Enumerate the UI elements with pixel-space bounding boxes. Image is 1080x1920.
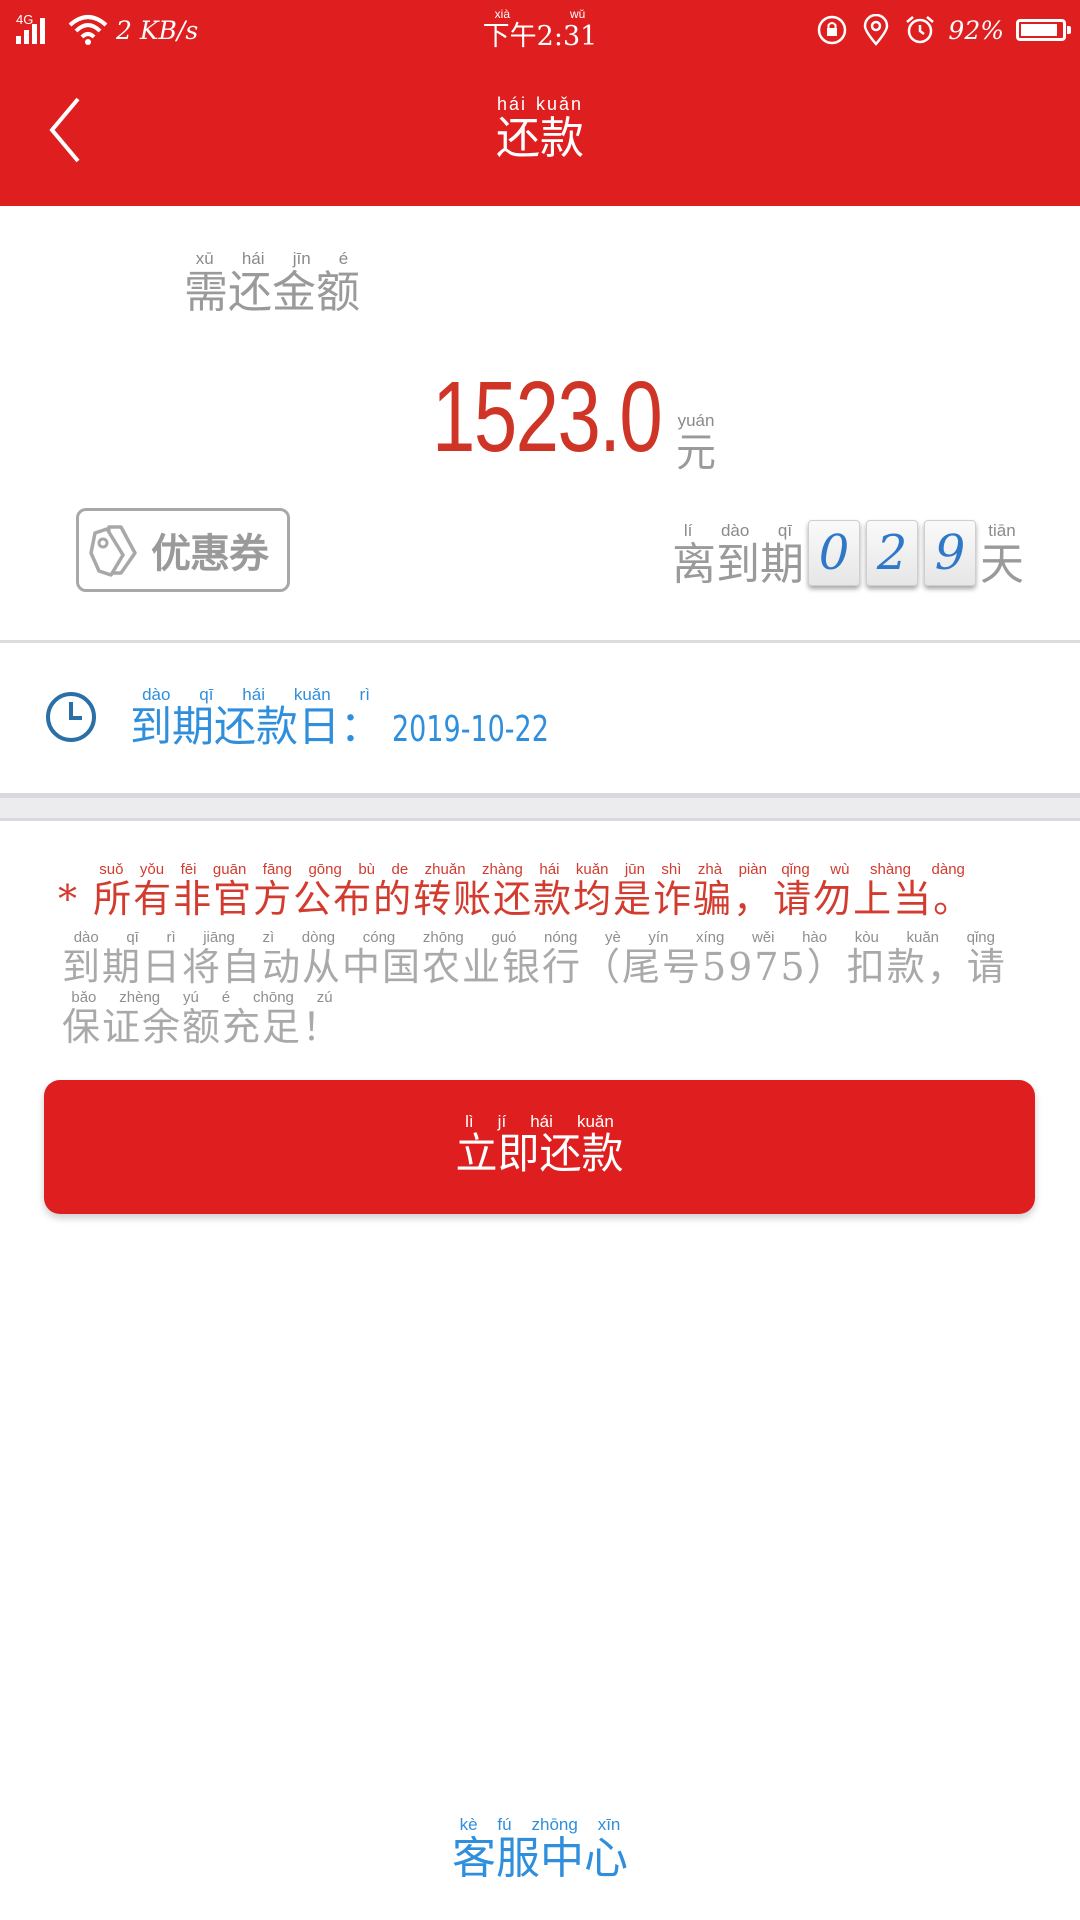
days-unit: 天tiān bbox=[980, 521, 1024, 592]
repay-now-label-pinyin: lì jí hái kuǎn bbox=[455, 1112, 624, 1131]
customer-service-label: 客服中心 bbox=[452, 1833, 628, 1884]
page-title-pinyin: hái kuǎn bbox=[496, 94, 584, 114]
days-to-due-prefix-pinyin: lí dào qī bbox=[672, 521, 804, 540]
auto-debit-notice-line2: 保证余额充足！ bbox=[62, 1005, 343, 1049]
due-date-value: 2019-10-22 bbox=[392, 709, 549, 750]
amount-due-label-pinyin: xū hái jīn é bbox=[184, 249, 360, 268]
amount-value: 1523.0 bbox=[432, 361, 663, 473]
fraud-warning-pinyin: suǒ yǒu fēi guān fāng gōng bù de zhuǎn z… bbox=[93, 861, 774, 878]
repay-now-label: 立即还款lì jí hái kuǎn bbox=[455, 1112, 624, 1181]
days-counter: 0 2 9 bbox=[808, 520, 976, 586]
page-title: 还款hái kuǎn bbox=[0, 94, 1080, 166]
battery-percent: 92% bbox=[948, 15, 1004, 45]
divider bbox=[0, 640, 1080, 643]
coupon-button[interactable]: 优惠券 bbox=[76, 508, 290, 592]
auto-debit-notice: 到期日将自动从中国农业银行（尾号5975）扣款，请dào qī rì jiāng… bbox=[62, 929, 1022, 1057]
status-right: 92% bbox=[816, 10, 1071, 50]
due-date-row: 到期还款日：dào qī hái kuǎn rì 2019-10-22 bbox=[0, 660, 1080, 790]
fraud-warning-text: 所有非官方公布的转账还款均是诈骗， bbox=[93, 877, 774, 921]
repay-now-label-text: 立即还款 bbox=[455, 1129, 624, 1178]
amount-unit-pinyin: yuán bbox=[676, 411, 716, 430]
fraud-warning-asterisk: * bbox=[58, 877, 79, 921]
customer-service-link[interactable]: 客服中心kè fú zhōng xīn bbox=[0, 1815, 1080, 1886]
auto-debit-notice-line1-pinyin: dào qī rì jiāng zì dòng cóng zhōng guó n… bbox=[62, 929, 1007, 946]
days-digit: 0 bbox=[808, 520, 860, 586]
days-to-due-prefix: 离到期lí dào qī bbox=[672, 521, 804, 592]
clock-icon bbox=[46, 692, 96, 742]
auto-debit-notice-line2-pinyin: bǎo zhèng yú é chōng zú bbox=[62, 989, 343, 1006]
page-title-text: 还款 bbox=[496, 113, 584, 164]
app-header: 4G 2 KB/s 下午2:31xià wǔ 92% 还款hái kuǎn bbox=[0, 0, 1080, 206]
days-digit: 2 bbox=[866, 520, 918, 586]
coupon-tag-icon bbox=[89, 525, 137, 577]
battery-icon bbox=[1016, 19, 1071, 41]
section-separator bbox=[0, 793, 1080, 821]
coupon-label: 优惠券 bbox=[151, 531, 269, 577]
battery-fill bbox=[1021, 24, 1058, 36]
amount-due-label: 需还金额xū hái jīn é bbox=[184, 249, 360, 320]
lock-rotation-icon bbox=[818, 15, 847, 45]
amount-due-label-text: 需还金额 bbox=[184, 267, 360, 318]
due-date-label-pinyin: dào qī hái kuǎn rì bbox=[130, 685, 383, 704]
fraud-warning: * 所有非官方公布的转账还款均是诈骗，suǒ yǒu fēi guān fāng… bbox=[58, 861, 974, 923]
location-icon bbox=[864, 14, 889, 46]
days-unit-text: 天 bbox=[980, 539, 1024, 590]
clock-time: 下午2:31 bbox=[482, 21, 598, 52]
repay-now-button[interactable]: 立即还款lì jí hái kuǎn bbox=[44, 1080, 1035, 1214]
due-date-text: 到期还款日：dào qī hái kuǎn rì 2019-10-22 bbox=[130, 685, 601, 754]
amount-unit: 元yuán bbox=[676, 411, 716, 478]
amount-unit-text: 元 bbox=[676, 430, 716, 476]
customer-service-pinyin: kè fú zhōng xīn bbox=[452, 1815, 628, 1834]
days-digit: 9 bbox=[924, 520, 976, 586]
amount-row: 1523.0 元yuán bbox=[0, 360, 1080, 476]
clock-time-pinyin: xià wǔ bbox=[482, 7, 598, 21]
fraud-warning-pinyin: qǐng wù shàng dàng bbox=[773, 861, 974, 878]
auto-debit-notice-line1: 到期日将自动从中国农业银行（尾号5975）扣款，请 bbox=[62, 945, 1007, 989]
alarm-icon bbox=[906, 16, 935, 44]
status-bar: 4G 2 KB/s 下午2:31xià wǔ 92% bbox=[0, 0, 1080, 56]
days-to-due-prefix-text: 离到期 bbox=[672, 539, 804, 590]
days-unit-pinyin: tiān bbox=[980, 521, 1024, 540]
due-date-label: 到期还款日： bbox=[130, 702, 383, 751]
fraud-warning-text: 请勿上当。 bbox=[773, 877, 974, 921]
